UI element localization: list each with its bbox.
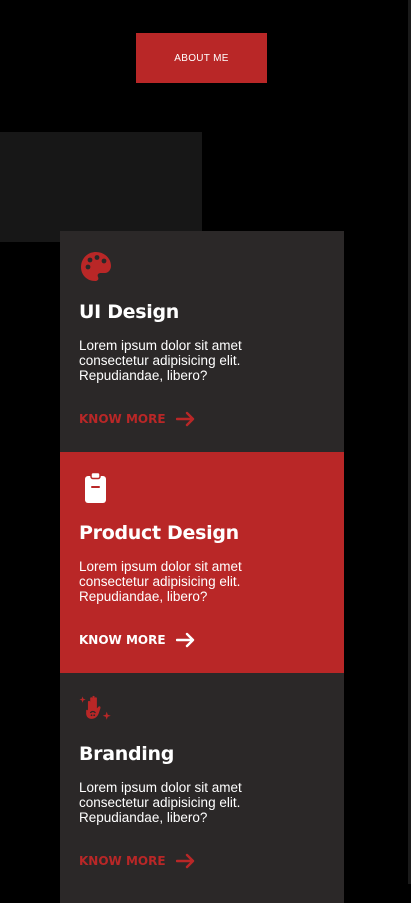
arrow-right-icon <box>175 853 194 869</box>
background-panel <box>0 132 202 242</box>
about-me-button[interactable]: ABOUT ME <box>136 33 267 83</box>
know-more-label: KNOW MORE <box>79 633 166 647</box>
service-title: Branding <box>79 743 175 765</box>
service-title: UI Design <box>79 301 180 323</box>
arrow-right-icon <box>175 411 194 427</box>
service-card-ui-design: UI Design Lorem ipsum dolor sit amet con… <box>60 231 344 452</box>
know-more-label: KNOW MORE <box>79 412 166 426</box>
know-more-link[interactable]: KNOW MORE <box>79 853 196 869</box>
service-description: Lorem ipsum dolor sit amet consectetur a… <box>79 780 242 825</box>
palette-icon <box>81 252 111 281</box>
arrow-right-icon <box>175 632 194 648</box>
know-more-link[interactable]: KNOW MORE <box>79 632 196 648</box>
clipboard-icon <box>85 471 106 503</box>
service-title: Product Design <box>79 522 239 544</box>
know-more-link[interactable]: KNOW MORE <box>79 411 196 427</box>
sparkle-hand-icon <box>79 695 111 720</box>
know-more-label: KNOW MORE <box>79 854 166 868</box>
service-description: Lorem ipsum dolor sit amet consectetur a… <box>79 338 242 383</box>
service-card-product-design: Product Design Lorem ipsum dolor sit ame… <box>60 452 344 673</box>
service-card-branding: Branding Lorem ipsum dolor sit amet cons… <box>60 673 344 903</box>
services-list: UI Design Lorem ipsum dolor sit amet con… <box>60 231 344 903</box>
service-description: Lorem ipsum dolor sit amet consectetur a… <box>79 559 242 604</box>
